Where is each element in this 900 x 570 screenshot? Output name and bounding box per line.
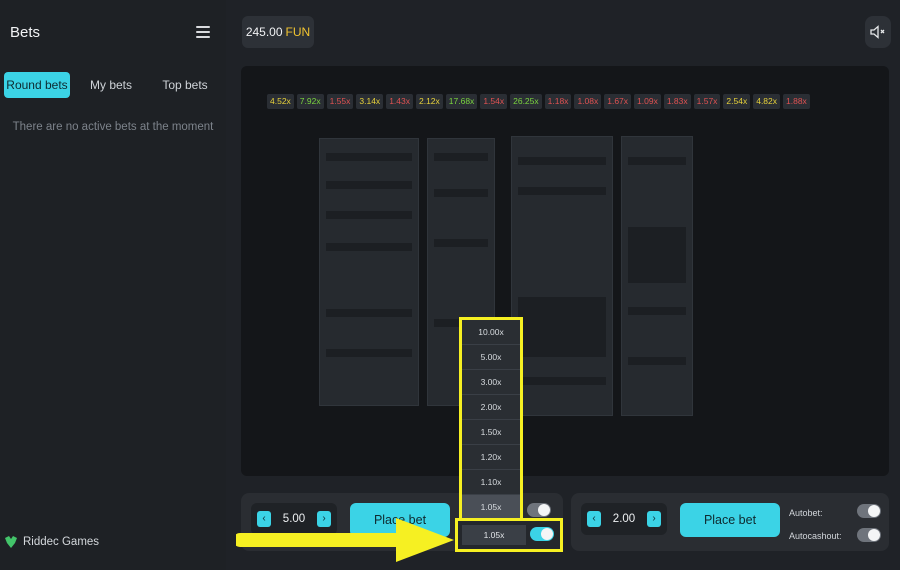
autocashout-toggle[interactable]: [857, 528, 881, 542]
brand-name: Riddec Games: [23, 536, 100, 548]
tab-round-bets[interactable]: Round bets: [4, 72, 70, 98]
multiplier-history-item: 1.55x: [326, 94, 354, 109]
tab-top-bets[interactable]: Top bets: [152, 72, 218, 98]
server-rack-decoration: [319, 138, 419, 406]
multiplier-history-item: 2.54x: [723, 94, 751, 109]
tab-my-bets[interactable]: My bets: [82, 72, 140, 98]
bets-sidebar: Bets Round bets My bets Top bets There a…: [0, 0, 226, 570]
balance-amount: 245.00: [245, 25, 283, 39]
annotation-arrow-icon: [236, 518, 454, 562]
place-bet-button[interactable]: Place bet: [680, 503, 780, 537]
multiplier-history-item: 3.14x: [356, 94, 384, 109]
bet-amount-value[interactable]: 2.00: [603, 503, 645, 535]
multiplier-history: 4.52x 7.92x 1.55x 3.14x 1.43x 2.12x 17.68x 1.54…: [267, 94, 810, 112]
brand-logo-icon: [5, 536, 17, 548]
server-rack-decoration: [621, 136, 693, 416]
multiplier-history-item: 1.54x: [480, 94, 508, 109]
multiplier-history-item: 1.83x: [663, 94, 691, 109]
multiplier-history-item: 1.57x: [693, 94, 721, 109]
dropdown-option[interactable]: 5.00x: [462, 345, 520, 370]
multiplier-history-item: 1.67x: [604, 94, 632, 109]
bet-panel-right: ‹ 2.00 › Place bet Autobet: Autocashout:: [571, 493, 889, 551]
balance-currency: FUN: [285, 25, 311, 39]
dropdown-option[interactable]: 2.00x: [462, 395, 520, 420]
multiplier-history-item: 1.18x: [544, 94, 572, 109]
multiplier-history-item: 1.09x: [634, 94, 661, 109]
increase-amount-button[interactable]: ›: [647, 511, 661, 527]
multiplier-history-item: 4.52x: [267, 94, 294, 109]
dropdown-option[interactable]: 3.00x: [462, 370, 520, 395]
multiplier-history-item: 7.92x: [296, 94, 324, 109]
auto-cashout-toggle[interactable]: [530, 527, 554, 541]
game-canvas: 4.52x 7.92x 1.55x 3.14x 1.43x 2.12x 17.68x 1.54…: [241, 66, 889, 476]
autobet-toggle[interactable]: [527, 503, 551, 517]
speaker-muted-icon: [870, 25, 885, 39]
autocashout-label: Autocashout:: [789, 531, 842, 541]
multiplier-history-item: 17.68x: [445, 94, 478, 109]
balance-display: 245.00 FUN: [242, 16, 314, 48]
bets-tabs: Round bets My bets Top bets: [4, 72, 222, 98]
multiplier-history-item: 1.88x: [783, 94, 810, 109]
dropdown-option-selected[interactable]: 1.05x: [462, 495, 520, 520]
multiplier-history-item: 1.43x: [386, 94, 413, 109]
multiplier-history-item: 26.25x: [510, 94, 542, 109]
auto-cashout-selector: 1.05x: [455, 518, 563, 552]
decrease-amount-button[interactable]: ‹: [587, 511, 601, 527]
dropdown-option[interactable]: 1.10x: [462, 470, 520, 495]
dropdown-option[interactable]: 1.50x: [462, 420, 520, 445]
sound-toggle-button[interactable]: [865, 16, 891, 48]
multiplier-history-item: 4.82x: [753, 94, 781, 109]
cashout-multiplier-dropdown: 10.00x 5.00x 3.00x 2.00x 1.50x 1.20x 1.1…: [459, 317, 523, 520]
dropdown-option[interactable]: 1.20x: [462, 445, 520, 470]
autobet-label: Autobet:: [789, 508, 823, 518]
multiplier-history-item: 2.12x: [415, 94, 443, 109]
dropdown-option[interactable]: 10.00x: [462, 320, 520, 345]
empty-bets-message: There are no active bets at the moment: [12, 121, 214, 133]
multiplier-history-item: 1.08x: [574, 94, 602, 109]
brand-footer: Riddec Games: [4, 534, 99, 550]
server-rack-decoration: [511, 136, 613, 416]
sidebar-title: Bets: [10, 24, 41, 41]
autobet-toggle[interactable]: [857, 504, 881, 518]
bet-amount-stepper: ‹ 2.00 ›: [581, 503, 667, 535]
hamburger-menu-icon[interactable]: [196, 26, 210, 38]
cashout-multiplier-value[interactable]: 1.05x: [462, 525, 526, 545]
